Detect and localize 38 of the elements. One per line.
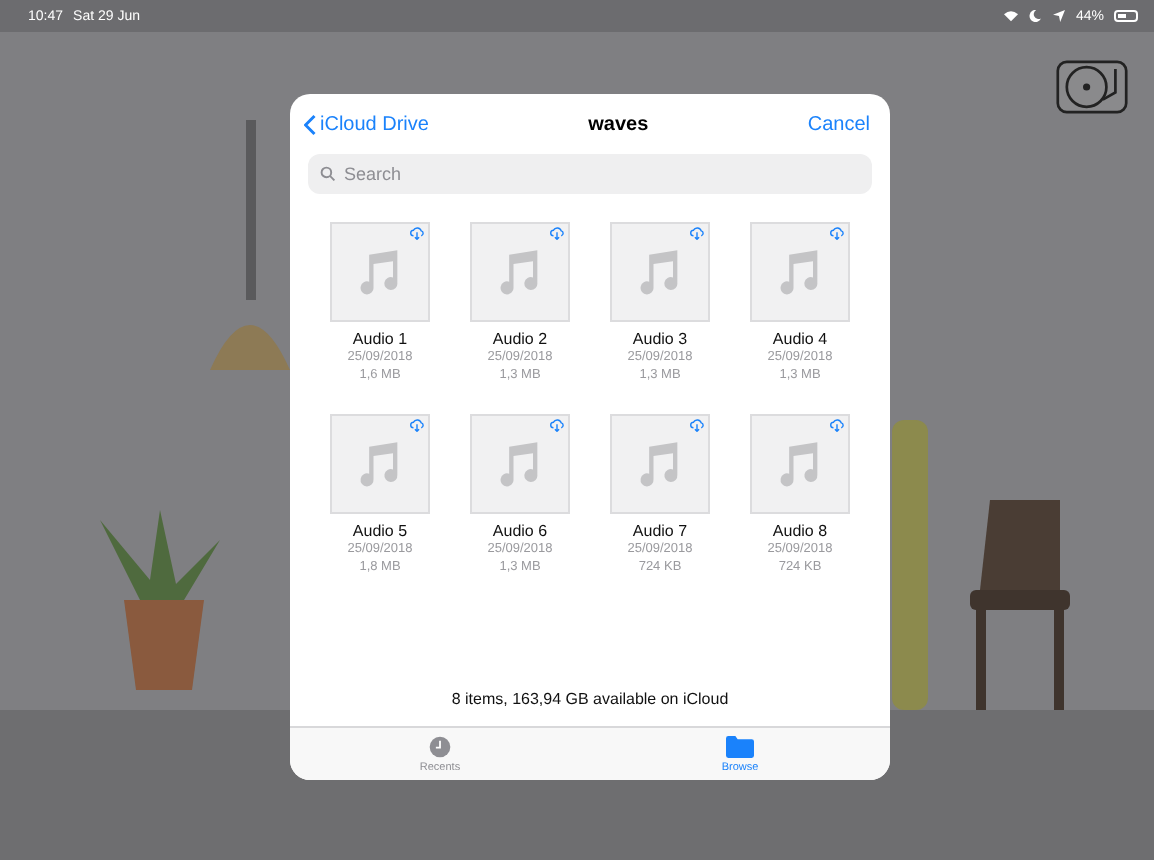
turntable-icon — [1056, 60, 1128, 114]
cloud-download-icon[interactable] — [830, 418, 844, 432]
audio-file-thumbnail[interactable] — [470, 222, 570, 322]
storage-summary: 8 items, 163,94 GB available on iCloud — [449, 690, 731, 712]
search-icon — [320, 166, 336, 182]
audio-file-thumbnail[interactable] — [610, 222, 710, 322]
file-name: Audio 3 — [632, 330, 688, 350]
file-name: Audio 1 — [352, 330, 408, 350]
back-button[interactable]: iCloud Drive — [304, 113, 429, 135]
audio-file-thumbnail[interactable] — [470, 414, 570, 514]
cloud-download-icon[interactable] — [550, 418, 564, 432]
file-name: Audio 2 — [492, 330, 548, 350]
audio-file-thumbnail[interactable] — [610, 414, 710, 514]
moon-icon — [1027, 10, 1042, 22]
file-name: Audio 7 — [632, 522, 688, 542]
folder-icon — [726, 735, 754, 757]
file-name: Audio 8 — [772, 522, 828, 542]
audio-file-thumbnail[interactable] — [330, 222, 430, 322]
audio-file-thumbnail[interactable] — [750, 414, 850, 514]
file-name: Audio 6 — [492, 522, 548, 542]
cancel-button[interactable]: Cancel — [807, 113, 870, 135]
cloud-download-icon[interactable] — [830, 226, 844, 240]
cloud-download-icon[interactable] — [690, 418, 704, 432]
chevron-icon — [304, 113, 316, 135]
cloud-download-icon[interactable] — [690, 226, 704, 240]
search-field[interactable]: Search — [308, 154, 872, 194]
file-name: Audio 5 — [352, 522, 408, 542]
clock-icon — [426, 735, 454, 757]
battery-icon — [1114, 10, 1138, 22]
audio-file-thumbnail[interactable] — [330, 414, 430, 514]
folder-title: waves — [588, 113, 649, 135]
cloud-download-icon[interactable] — [410, 418, 424, 432]
location-icon — [1051, 10, 1066, 22]
file-name: Audio 4 — [772, 330, 828, 350]
cloud-download-icon[interactable] — [550, 226, 564, 240]
cloud-download-icon[interactable] — [410, 226, 424, 240]
audio-file-thumbnail[interactable] — [750, 222, 850, 322]
wifi-icon — [1003, 10, 1018, 22]
